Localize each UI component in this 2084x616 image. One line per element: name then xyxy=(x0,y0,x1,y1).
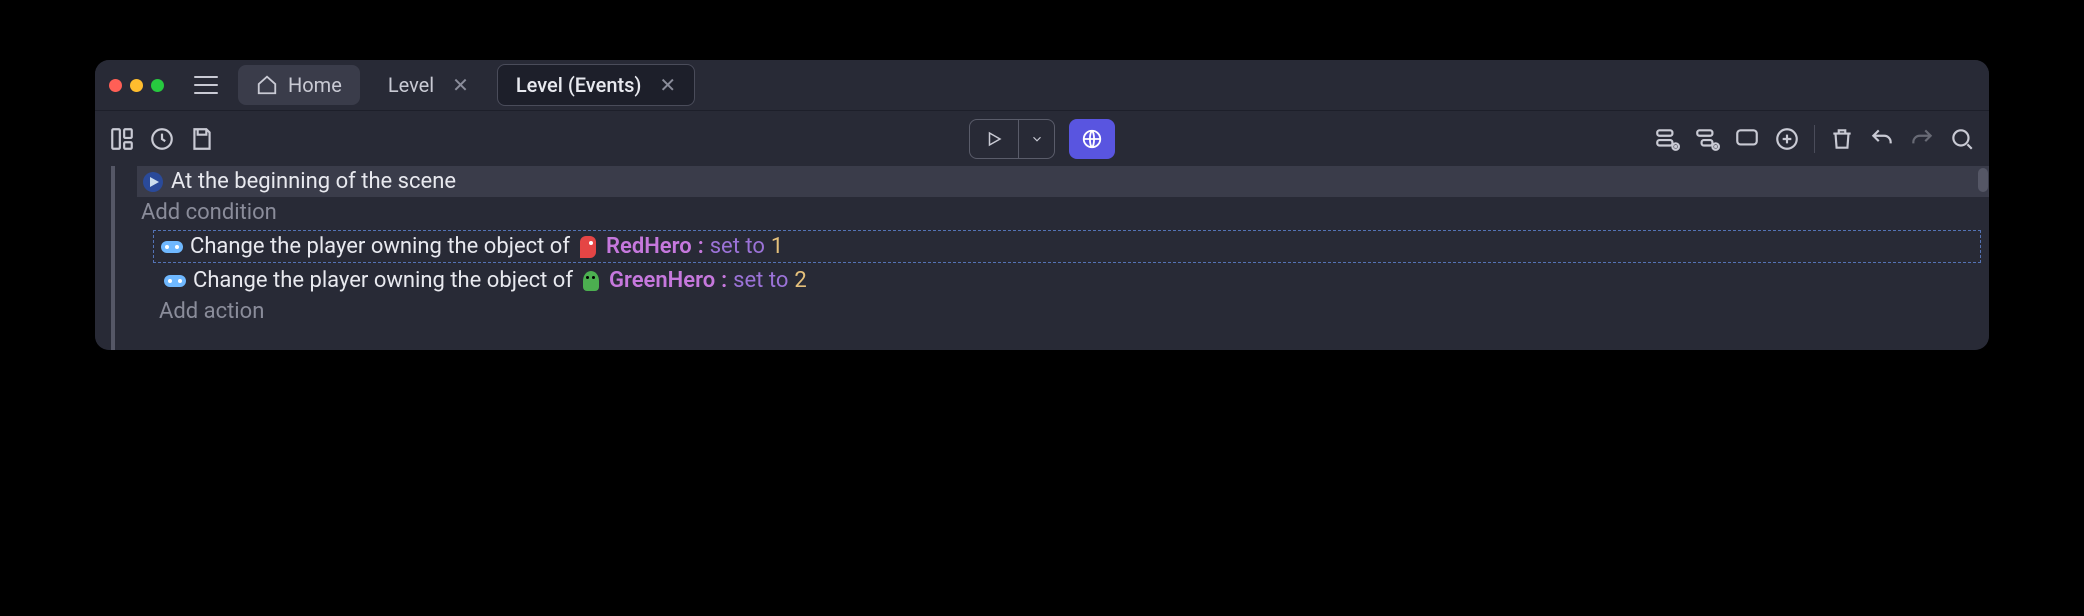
hamburger-menu-icon[interactable] xyxy=(194,76,218,94)
search-icon[interactable] xyxy=(1949,126,1975,152)
set-to-text: set to xyxy=(710,234,765,259)
object-name: GreenHero xyxy=(609,268,715,293)
trash-icon[interactable] xyxy=(1829,126,1855,152)
redo-icon[interactable] xyxy=(1909,126,1935,152)
action-row[interactable]: Change the player owning the object of G… xyxy=(159,265,1989,296)
toolbar-center xyxy=(969,119,1115,159)
home-icon xyxy=(256,74,278,96)
add-sub-event-icon[interactable] xyxy=(1694,126,1720,152)
close-icon[interactable]: ✕ xyxy=(659,75,676,95)
toolbar-divider xyxy=(1814,125,1815,153)
panel-layout-icon[interactable] xyxy=(109,126,135,152)
add-condition-link[interactable]: Add condition xyxy=(137,197,1989,228)
tab-level-events-label: Level (Events) xyxy=(516,73,642,97)
add-comment-icon[interactable] xyxy=(1734,126,1760,152)
minimize-window-button[interactable] xyxy=(130,79,143,92)
network-preview-button[interactable] xyxy=(1069,119,1115,159)
add-event-icon[interactable] xyxy=(1654,126,1680,152)
event-gutter xyxy=(95,166,137,350)
maximize-window-button[interactable] xyxy=(151,79,164,92)
controller-icon xyxy=(160,235,184,259)
app-window: Home Level ✕ Level (Events) ✕ xyxy=(95,60,1989,350)
action-value: 2 xyxy=(794,268,806,293)
play-button[interactable] xyxy=(970,120,1018,158)
close-icon[interactable]: ✕ xyxy=(452,75,469,95)
play-button-group xyxy=(969,119,1055,159)
toolbar-right xyxy=(1654,125,1975,153)
clock-icon[interactable] xyxy=(149,126,175,152)
action-text: Change the player owning the object of xyxy=(193,268,573,293)
tab-level-label: Level xyxy=(388,73,434,97)
close-window-button[interactable] xyxy=(109,79,122,92)
tab-home[interactable]: Home xyxy=(238,65,360,105)
action-row-selected[interactable]: Change the player owning the object of R… xyxy=(153,230,1981,263)
events-panel: At the beginning of the scene Add condit… xyxy=(137,166,1989,350)
action-value: 1 xyxy=(771,234,783,259)
add-icon[interactable] xyxy=(1774,126,1800,152)
action-text: Change the player owning the object of xyxy=(190,234,570,259)
object-name: RedHero xyxy=(606,234,692,259)
scrollbar-thumb[interactable] xyxy=(1978,168,1988,192)
add-action-link[interactable]: Add action xyxy=(155,296,1989,327)
toolbar-left xyxy=(109,126,215,152)
undo-icon[interactable] xyxy=(1869,126,1895,152)
tab-home-label: Home xyxy=(288,73,342,97)
titlebar: Home Level ✕ Level (Events) ✕ xyxy=(95,60,1989,110)
red-hero-icon xyxy=(576,235,600,259)
toolbar xyxy=(95,110,1989,166)
play-dropdown-button[interactable] xyxy=(1018,120,1054,158)
condition-row[interactable]: At the beginning of the scene xyxy=(137,166,1989,197)
tab-level-events[interactable]: Level (Events) ✕ xyxy=(497,64,695,106)
save-icon[interactable] xyxy=(189,126,215,152)
events-content: At the beginning of the scene Add condit… xyxy=(95,166,1989,350)
window-controls xyxy=(109,79,164,92)
green-hero-icon xyxy=(579,269,603,293)
tab-level[interactable]: Level ✕ xyxy=(370,65,487,105)
condition-label: At the beginning of the scene xyxy=(171,169,456,194)
controller-icon xyxy=(163,269,187,293)
scene-begin-icon xyxy=(141,170,165,194)
set-to-text: set to xyxy=(733,268,788,293)
